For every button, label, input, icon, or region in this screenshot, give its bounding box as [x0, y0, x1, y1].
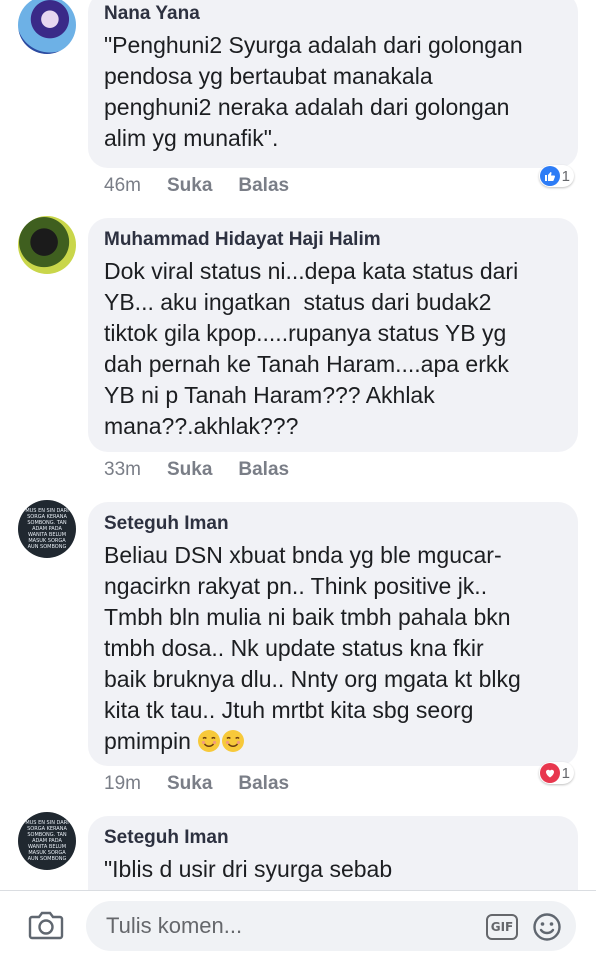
reaction-count[interactable]: 1 [538, 762, 574, 784]
comment-text-body: Beliau DSN xbuat bnda yg ble mgucar- nga… [104, 542, 521, 754]
like-button[interactable]: Suka [167, 772, 212, 796]
comment-author[interactable]: Seteguh Iman [104, 826, 562, 850]
gif-button[interactable]: GIF [486, 914, 518, 940]
camera-icon[interactable] [28, 909, 64, 941]
reaction-number: 1 [561, 167, 570, 185]
comment-bubble[interactable]: Muhammad Hidayat Haji Halim Dok viral st… [88, 218, 578, 452]
avatar[interactable] [18, 0, 76, 54]
like-icon [539, 166, 560, 186]
comment-actions: 19m Suka Balas [104, 772, 289, 796]
comment-text: Dok viral status ni...depa kata status d… [104, 258, 519, 439]
comment-time[interactable]: 33m [104, 458, 141, 482]
emoji-icon[interactable] [532, 912, 562, 942]
reaction-count[interactable]: 1 [538, 165, 574, 187]
avatar[interactable]: MUS EN SIN DARI SORGA KERANA SOMBONG. TA… [18, 812, 76, 870]
avatar-text: MUS EN SIN DARI SORGA KERANA SOMBONG. TA… [25, 820, 69, 862]
comment-author[interactable]: Nana Yana [104, 2, 562, 26]
comment-time[interactable]: 19m [104, 772, 141, 796]
reply-button[interactable]: Balas [238, 458, 289, 482]
comment-text: Beliau DSN xbuat bnda yg ble mgucar- nga… [104, 540, 562, 757]
comment-input[interactable]: Tulis komen... GIF [86, 901, 576, 951]
like-button[interactable]: Suka [167, 458, 212, 482]
smiling-face-icon [222, 730, 245, 752]
reply-button[interactable]: Balas [238, 174, 289, 198]
comment-bubble[interactable]: Seteguh Iman "Iblis d usir dri syurga se… [88, 816, 578, 890]
comment-author[interactable]: Muhammad Hidayat Haji Halim [104, 228, 562, 252]
comments-feed[interactable]: Nana Yana "Penghuni2 Syurga adalah dari … [0, 0, 596, 890]
like-button[interactable]: Suka [167, 174, 212, 198]
reaction-number: 1 [561, 764, 570, 782]
avatar-text: MUS EN SIN DARI SORGA KERANA SOMBONG. TA… [25, 508, 69, 550]
comment-composer-bar: Tulis komen... GIF [0, 890, 596, 960]
love-icon [539, 763, 560, 783]
comment-actions: 33m Suka Balas [104, 458, 289, 482]
avatar[interactable] [18, 216, 76, 274]
comment-input-placeholder: Tulis komen... [106, 913, 243, 938]
comment-author[interactable]: Seteguh Iman [104, 512, 562, 536]
smiling-face-icon [198, 730, 221, 752]
avatar[interactable]: MUS EN SIN DARI SORGA KERANA SOMBONG. TA… [18, 500, 76, 558]
comment-text: "Penghuni2 Syurga adalah dari golongan p… [104, 32, 523, 151]
comment-actions: 46m Suka Balas [104, 174, 289, 198]
comment-bubble[interactable]: Seteguh Iman Beliau DSN xbuat bnda yg bl… [88, 502, 578, 766]
reply-button[interactable]: Balas [238, 772, 289, 796]
comment-text: "Iblis d usir dri syurga sebab [104, 856, 393, 882]
comment-bubble[interactable]: Nana Yana "Penghuni2 Syurga adalah dari … [88, 0, 578, 168]
comment-time[interactable]: 46m [104, 174, 141, 198]
